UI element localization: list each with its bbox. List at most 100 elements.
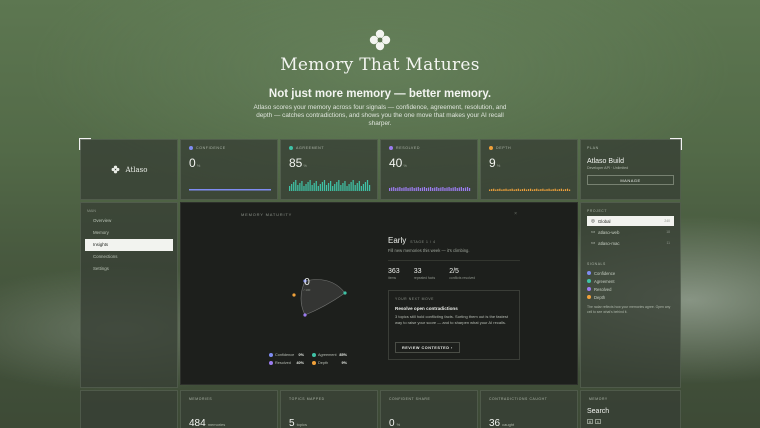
agreement-sparkline (289, 180, 371, 191)
maturity-score: 0 / 100 (299, 277, 315, 292)
metric-unit: % (196, 163, 201, 168)
stat-label: conflicts resolved (449, 276, 476, 280)
sparkline-bar (289, 186, 291, 191)
sparkline-bar (327, 183, 330, 191)
sparkline-bar (425, 188, 428, 191)
sparkline-bar (532, 189, 534, 191)
sparkline-bar (297, 185, 299, 191)
sparkline-bar (299, 183, 301, 191)
sparkline-bar (466, 187, 469, 191)
search-cell[interactable]: MEMORY Search ⌘ K (580, 390, 681, 428)
sparkline-bar (550, 189, 552, 191)
metric-label: AGREEMENT (296, 146, 325, 150)
sidebar-item-connections[interactable]: Connections (85, 251, 173, 263)
sparkline-bar (430, 187, 432, 191)
sidebar-item-settings[interactable]: Settings (85, 263, 173, 275)
review-label: REVIEW CONTESTED (402, 345, 450, 350)
sparkline-bar (454, 187, 456, 191)
sparkline-bar (368, 185, 371, 191)
signal-name: Depth (594, 294, 606, 300)
sparkline-bar (540, 189, 542, 191)
bottom-value: 0 (389, 418, 395, 428)
sidebar-item-overview[interactable]: Overview (85, 215, 173, 227)
bottom-unit: topics (296, 422, 308, 427)
bottom-unit: memories (207, 422, 226, 427)
plan-cell: PLAN Atlaso Build Developer API · Unlimi… (580, 139, 681, 200)
sparkline-bar (362, 184, 365, 191)
project-item-atlaso-mac[interactable]: ▭ atlaso-mac 11 (587, 238, 674, 248)
legend-value: 85% (339, 353, 347, 357)
sparkline-bar (458, 187, 460, 191)
globe-icon: ◎ (591, 218, 595, 223)
metric-resolved[interactable]: RESOLVED 40% (380, 139, 478, 200)
sparkline-bar (556, 189, 558, 191)
folder-icon: ▭ (591, 229, 596, 234)
sparkline-bar (562, 189, 565, 191)
metric-unit: % (496, 163, 501, 168)
signals-note: The radar reflects how your memories agr… (587, 305, 671, 314)
sparkline-bar (360, 186, 362, 191)
sparkline-bar (515, 189, 517, 191)
manage-button[interactable]: MANAGE (587, 175, 674, 185)
sparkline-bar (354, 185, 356, 191)
sparkline-bar (323, 180, 326, 191)
stat-value: 363 (388, 268, 400, 275)
review-contested-button[interactable]: REVIEW CONTESTED › (395, 342, 460, 353)
project-item-atlaso-web[interactable]: ▭ atlaso-web 18 (587, 227, 674, 237)
sparkline-bar (517, 188, 519, 191)
legend-value: 0% (298, 353, 305, 357)
bottom-cell-contradictions[interactable]: CONTRADICTIONS CAUGHT 36 caught (480, 390, 578, 428)
sparkline-bar (544, 189, 546, 191)
sparkline-bar (321, 182, 324, 191)
sparkline-bar (303, 186, 305, 191)
sparkline-bar (521, 189, 524, 191)
sidebar-item-memory[interactable]: Memory (85, 227, 173, 239)
metric-depth[interactable]: DEPTH 9% (480, 139, 578, 200)
sparkline-bar (448, 187, 450, 191)
metric-value: 0 (189, 156, 196, 170)
command-key: ⌘ (587, 419, 593, 424)
metric-unit: % (303, 163, 307, 168)
sparkline-bar (401, 188, 403, 191)
sparkline-bar (489, 189, 491, 191)
signal-list: Confidence Agreement Resolved Depth (587, 269, 674, 301)
stage-meta: STAGE 1 / 4 (410, 240, 436, 244)
legend-dot (269, 353, 273, 357)
sparkline-bar (311, 185, 313, 191)
signal-dot (587, 279, 591, 283)
project-item-global[interactable]: ◎ Global 240 (587, 216, 674, 226)
sparkline-bar (346, 186, 348, 191)
sparkline-bar (552, 189, 554, 191)
bottom-cell-confident[interactable]: CONFIDENT SHARE 0% (380, 390, 478, 428)
project-list: ◎ Global 240 ▭ atlaso-web 18 ▭ atlaso-mac 11 (587, 216, 674, 248)
signal-name: Confidence (594, 270, 616, 276)
legend-value: 40% (296, 361, 304, 365)
sidebar-item-insights[interactable]: Insights (85, 239, 173, 251)
sparkline-bar (523, 188, 526, 191)
bottom-cell-memories[interactable]: MEMORIES 484 memories (180, 390, 278, 428)
sparkline-bar (495, 189, 497, 191)
sparkline-bar (503, 189, 505, 191)
project-count: 18 (666, 230, 670, 234)
bottom-unit: caught (502, 422, 515, 427)
resolved-dot (389, 146, 393, 150)
sparkline-bar (399, 187, 401, 191)
search-label: MEMORY (589, 397, 608, 401)
close-icon[interactable]: × (514, 211, 517, 217)
sparkline-bar (542, 188, 544, 191)
stat-value: 2/5 (449, 268, 459, 275)
sparkline-bar (558, 189, 560, 191)
metric-value: 40 (389, 156, 403, 170)
sparkline-bar (417, 187, 419, 191)
brand-name: Atlaso (125, 165, 148, 174)
brand-cell[interactable]: Atlaso (80, 139, 178, 200)
sparkline-bar (456, 188, 458, 191)
next-move-body: 3 topics still hold conflicting facts. S… (395, 314, 508, 325)
metric-agreement[interactable]: AGREEMENT 85% (280, 139, 378, 200)
metric-confidence[interactable]: CONFIDENCE 0% (180, 139, 278, 200)
bottom-cell-topics[interactable]: TOPICS MAPPED 5 topics (280, 390, 378, 428)
sparkline-bar (525, 189, 528, 191)
signal-name: Resolved (594, 286, 612, 292)
sparkline-bar (462, 188, 465, 191)
signal-item: Confidence (587, 269, 674, 277)
